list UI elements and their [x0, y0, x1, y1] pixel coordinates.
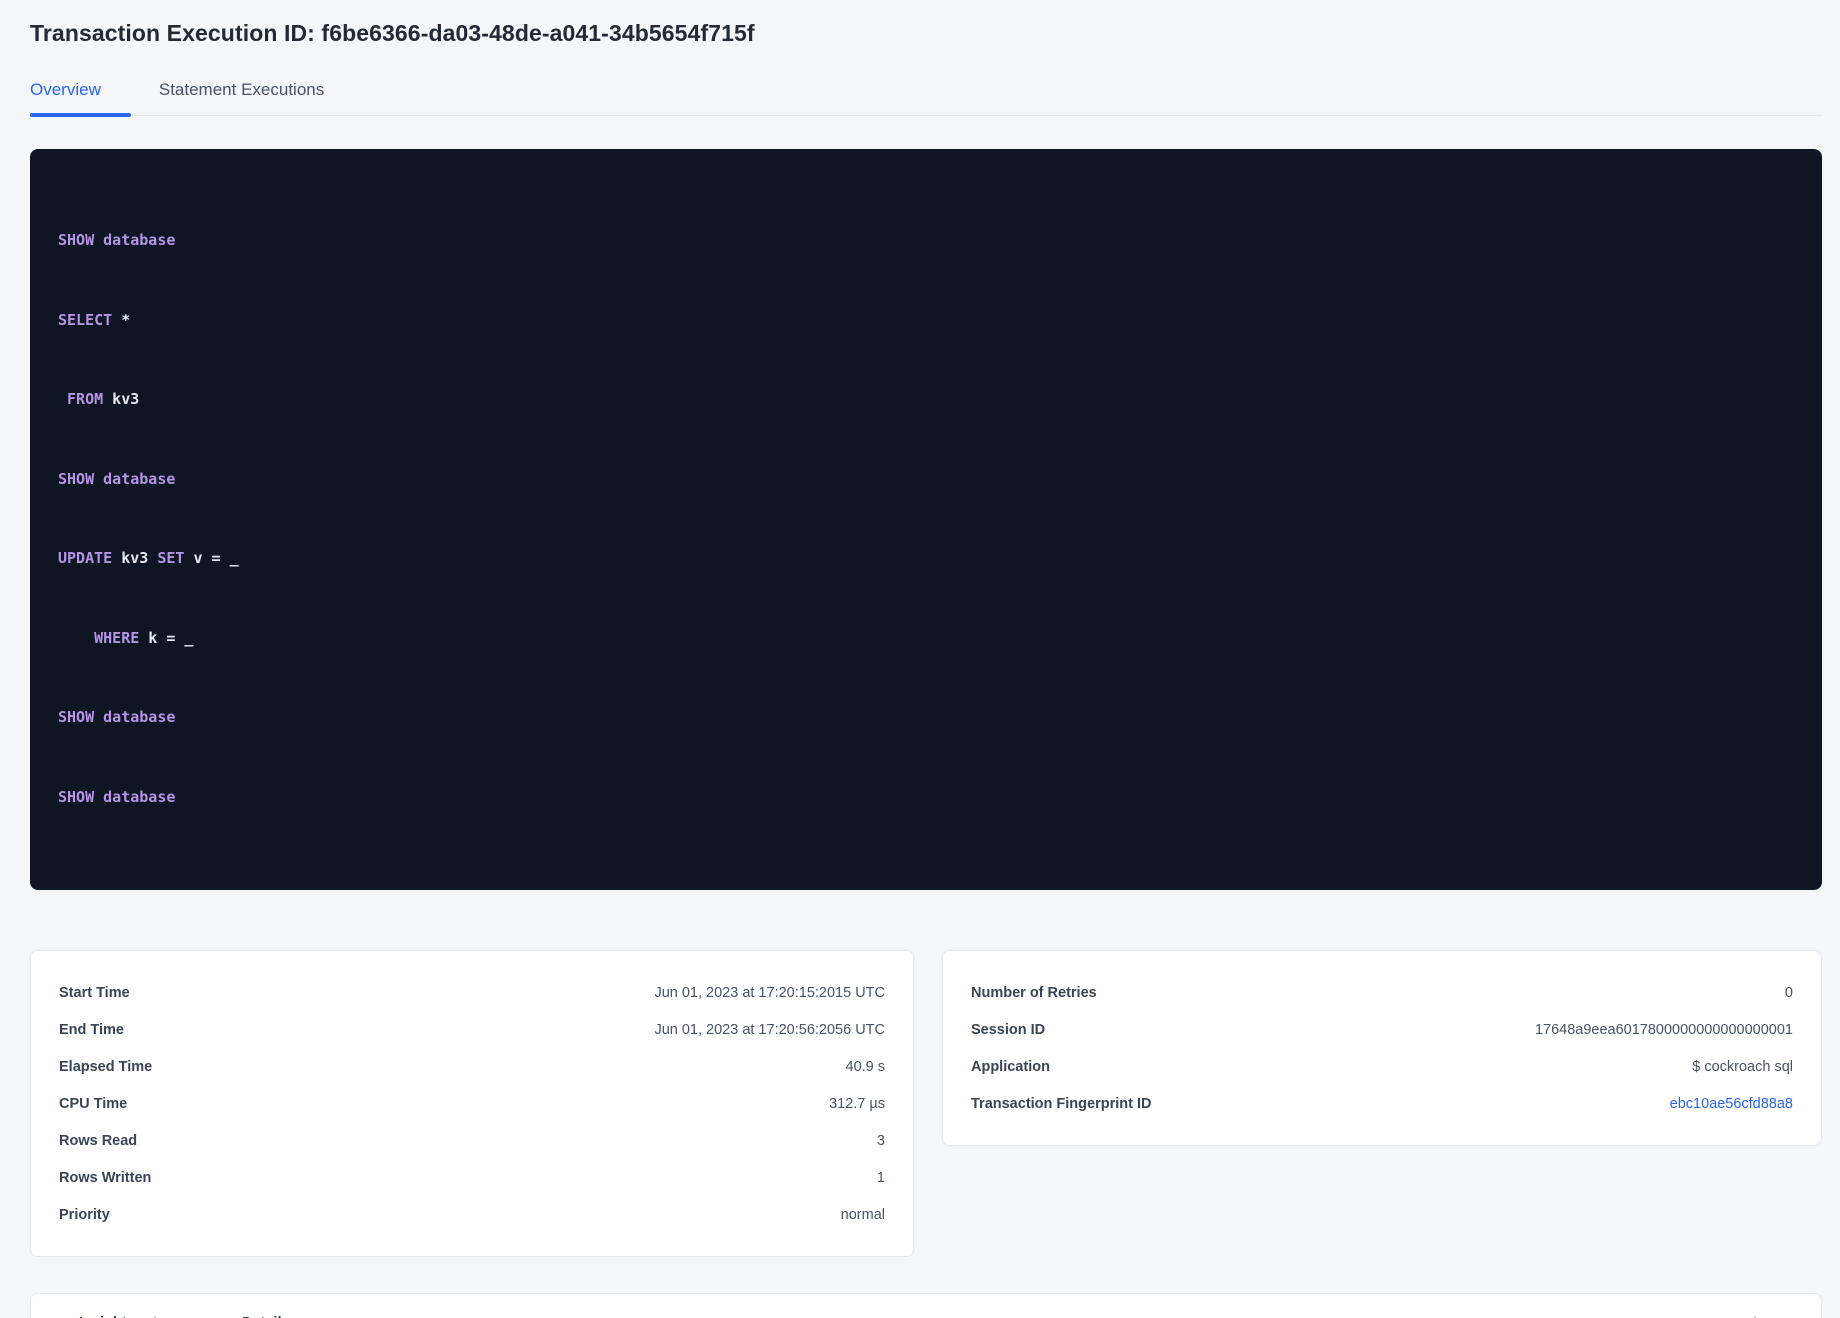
kv-row-rows-read: Rows Read 3 — [59, 1122, 885, 1159]
kv-row-elapsed-time: Elapsed Time 40.9 s — [59, 1048, 885, 1085]
insights-table-card: Insights Details High Contention Time Sp… — [30, 1293, 1822, 1318]
kv-row-session-id: Session ID 17648a9eea6017800000000000000… — [971, 1011, 1793, 1048]
sql-keyword: FROM — [58, 390, 104, 408]
sql-line: FROM kv3 — [58, 386, 1794, 413]
page-title: Transaction Execution ID: f6be6366-da03-… — [30, 20, 755, 46]
sql-line: SHOW database — [58, 227, 1794, 254]
kv-label: Start Time — [59, 984, 130, 1001]
kv-value: Jun 01, 2023 at 17:20:56:2056 UTC — [654, 1021, 885, 1038]
kv-row-application: Application $ cockroach sql — [971, 1048, 1793, 1085]
kv-label: Session ID — [971, 1021, 1046, 1038]
kv-label: CPU Time — [59, 1095, 128, 1112]
sql-identifier: kv3 — [112, 549, 158, 567]
kv-value: normal — [840, 1206, 885, 1223]
sql-keyword: UPDATE — [58, 549, 113, 567]
sql-identifier: * — [112, 310, 131, 329]
column-header-details[interactable]: Details — [242, 1314, 1691, 1318]
sql-line: SHOW database — [58, 704, 1794, 731]
kv-row-transaction-fingerprint-id: Transaction Fingerprint ID ebc10ae56cfd8… — [971, 1085, 1793, 1122]
kv-row-priority: Priority normal — [59, 1196, 885, 1233]
sql-keyword: SHOW database — [58, 231, 176, 249]
kv-label: Rows Read — [59, 1132, 138, 1149]
session-details-card: Number of Retries 0 Session ID 17648a9ee… — [942, 950, 1822, 1146]
sql-line: WHERE k = _ — [58, 625, 1794, 652]
execution-details-card: Start Time Jun 01, 2023 at 17:20:15:2015… — [30, 950, 914, 1257]
sql-identifier: v = _ — [184, 549, 239, 567]
kv-row-cpu-time: CPU Time 312.7 µs — [59, 1085, 885, 1122]
kv-value: 3 — [876, 1132, 885, 1149]
kv-row-end-time: End Time Jun 01, 2023 at 17:20:56:2056 U… — [59, 1011, 885, 1048]
sql-identifier: kv3 — [103, 390, 140, 408]
transaction-fingerprint-link[interactable]: ebc10ae56cfd88a8 — [1670, 1096, 1793, 1112]
column-header-blank[interactable] — [1735, 1314, 1821, 1318]
kv-row-retries: Number of Retries 0 — [971, 974, 1793, 1011]
sql-line: UPDATE kv3 SET v = _ — [58, 545, 1794, 572]
sql-line: SHOW database — [58, 784, 1794, 811]
sql-keyword: WHERE — [58, 628, 140, 647]
sql-statements-box: SHOW database SELECT * FROM kv3 SHOW dat… — [30, 149, 1822, 890]
sql-keyword: SELECT — [58, 310, 113, 329]
page: Transaction Execution ID: f6be6366-da03-… — [0, 20, 1840, 1318]
kv-value: 1 — [876, 1169, 885, 1186]
insights-table-header: Insights Details — [31, 1314, 1821, 1318]
sql-keyword: SHOW database — [58, 708, 176, 726]
column-header-insights[interactable]: Insights — [31, 1314, 242, 1318]
kv-label: Transaction Fingerprint ID — [971, 1095, 1152, 1112]
sql-keyword: SET — [157, 549, 185, 567]
sql-keyword: SHOW database — [58, 469, 176, 488]
sql-identifier: k = _ — [139, 628, 194, 647]
kv-row-start-time: Start Time Jun 01, 2023 at 17:20:15:2015… — [59, 974, 885, 1011]
tab-bar: Overview Statement Executions — [30, 74, 1822, 117]
sql-line: SHOW database — [58, 466, 1794, 493]
kv-row-rows-written: Rows Written 1 — [59, 1159, 885, 1196]
kv-value: 312.7 µs — [829, 1095, 885, 1112]
kv-label: Number of Retries — [971, 984, 1097, 1001]
kv-value: Jun 01, 2023 at 17:20:15:2015 UTC — [654, 984, 885, 1001]
kv-label: Rows Written — [59, 1169, 152, 1186]
tab-statement-executions[interactable]: Statement Executions — [159, 74, 324, 115]
kv-value: $ cockroach sql — [1692, 1058, 1793, 1075]
tab-overview[interactable]: Overview — [30, 74, 131, 117]
summary-cards: Start Time Jun 01, 2023 at 17:20:15:2015… — [30, 950, 1822, 1257]
sql-keyword: SHOW database — [58, 787, 176, 806]
kv-label: Priority — [59, 1206, 110, 1223]
kv-value: 17648a9eea6017800000000000000001 — [1534, 1021, 1793, 1038]
kv-label: End Time — [59, 1021, 124, 1038]
kv-value: 0 — [1784, 984, 1793, 1001]
kv-value: 40.9 s — [845, 1058, 886, 1075]
sql-line: SELECT * — [58, 307, 1794, 334]
kv-label: Elapsed Time — [59, 1058, 153, 1075]
kv-label: Application — [971, 1058, 1050, 1075]
